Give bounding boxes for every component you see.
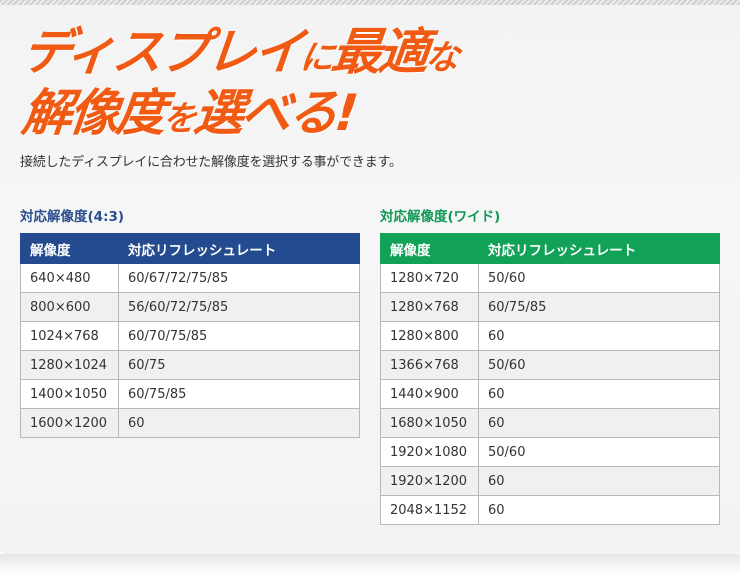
- table-header-row: 解像度 対応リフレッシュレート: [380, 233, 720, 264]
- resolution-cell: 1920×1080: [380, 437, 479, 467]
- table-row: 1280×768 60/75/85: [380, 292, 720, 322]
- resolution-cell: 1600×1200: [20, 408, 119, 438]
- resolution-cell: 1680×1050: [380, 408, 479, 438]
- headline-word-display: ディスプレイ: [19, 23, 304, 81]
- headline-line-2: 解像度を選べる!: [19, 84, 359, 147]
- resolution-cell: 1400×1050: [20, 379, 119, 409]
- table-row: 1920×1200 60: [380, 466, 720, 496]
- refresh-rate-cell: 60/70/75/85: [118, 321, 360, 351]
- table-row: 1280×720 50/60: [380, 263, 720, 293]
- resolution-cell: 1280×1024: [20, 350, 119, 380]
- panel-shadow: [0, 554, 740, 574]
- refresh-rate-cell: 50/60: [478, 263, 720, 293]
- table-header-row: 解像度 対応リフレッシュレート: [20, 233, 360, 264]
- refresh-rate-cell: 60: [478, 466, 720, 496]
- table-row: 1280×1024 60/75: [20, 350, 360, 380]
- refresh-rate-cell: 60: [478, 321, 720, 351]
- table-row: 800×600 56/60/72/75/85: [20, 292, 360, 322]
- resolution-cell: 1920×1200: [380, 466, 479, 496]
- table-row: 640×480 60/67/72/75/85: [20, 263, 360, 293]
- header-refresh-rate: 対応リフレッシュレート: [118, 233, 360, 264]
- headline-particle-ni: に: [298, 38, 334, 78]
- headline-word-choose: 選べる!: [191, 84, 359, 142]
- refresh-rate-cell: 56/60/72/75/85: [118, 292, 360, 322]
- headline-word-resolution: 解像度: [19, 84, 167, 142]
- header-resolution: 解像度: [380, 233, 479, 264]
- refresh-rate-cell: 60/75/85: [478, 292, 720, 322]
- table-row: 1400×1050 60/75/85: [20, 379, 360, 409]
- headline-line-1: ディスプレイに最適な: [19, 23, 460, 86]
- table-row: 1366×768 50/60: [380, 350, 720, 380]
- table-row: 1600×1200 60: [20, 408, 360, 438]
- headline-particle-wo: を: [160, 99, 196, 139]
- refresh-rate-cell: 60: [478, 379, 720, 409]
- resolution-cell: 1366×768: [380, 350, 479, 380]
- refresh-rate-cell: 60/75/85: [118, 379, 360, 409]
- resolution-table-4-3: 解像度 対応リフレッシュレート 640×480 60/67/72/75/85 8…: [20, 233, 360, 438]
- refresh-rate-cell: 60/67/72/75/85: [118, 263, 360, 293]
- header-refresh-rate: 対応リフレッシュレート: [478, 233, 720, 264]
- refresh-rate-cell: 50/60: [478, 350, 720, 380]
- resolution-cell: 1280×720: [380, 263, 479, 293]
- table-row: 1920×1080 50/60: [380, 437, 720, 467]
- resolution-cell: 2048×1152: [380, 495, 479, 525]
- table-row: 2048×1152 60: [380, 495, 720, 525]
- resolution-cell: 1440×900: [380, 379, 479, 409]
- resolution-cell: 1024×768: [20, 321, 119, 351]
- headline-word-optimal: 最適: [328, 23, 429, 81]
- refresh-rate-cell: 60: [478, 408, 720, 438]
- left-table-title: 対応解像度(4:3): [20, 209, 125, 225]
- refresh-rate-cell: 60/75: [118, 350, 360, 380]
- resolution-cell: 1280×768: [380, 292, 479, 322]
- table-row: 1680×1050 60: [380, 408, 720, 438]
- resolution-cell: 1280×800: [380, 321, 479, 351]
- header-resolution: 解像度: [20, 233, 119, 264]
- lead-text: 接続したディスプレイに合わせた解像度を選択する事ができます。: [20, 155, 402, 170]
- resolution-table-wide: 解像度 対応リフレッシュレート 1280×720 50/60 1280×768 …: [380, 233, 720, 525]
- table-row: 1024×768 60/70/75/85: [20, 321, 360, 351]
- table-row: 1440×900 60: [380, 379, 720, 409]
- headline-particle-na: な: [423, 38, 459, 78]
- refresh-rate-cell: 60: [118, 408, 360, 438]
- table-row: 1280×800 60: [380, 321, 720, 351]
- refresh-rate-cell: 50/60: [478, 437, 720, 467]
- resolution-cell: 640×480: [20, 263, 119, 293]
- right-table-title: 対応解像度(ワイド): [380, 209, 501, 225]
- resolution-cell: 800×600: [20, 292, 119, 322]
- refresh-rate-cell: 60: [478, 495, 720, 525]
